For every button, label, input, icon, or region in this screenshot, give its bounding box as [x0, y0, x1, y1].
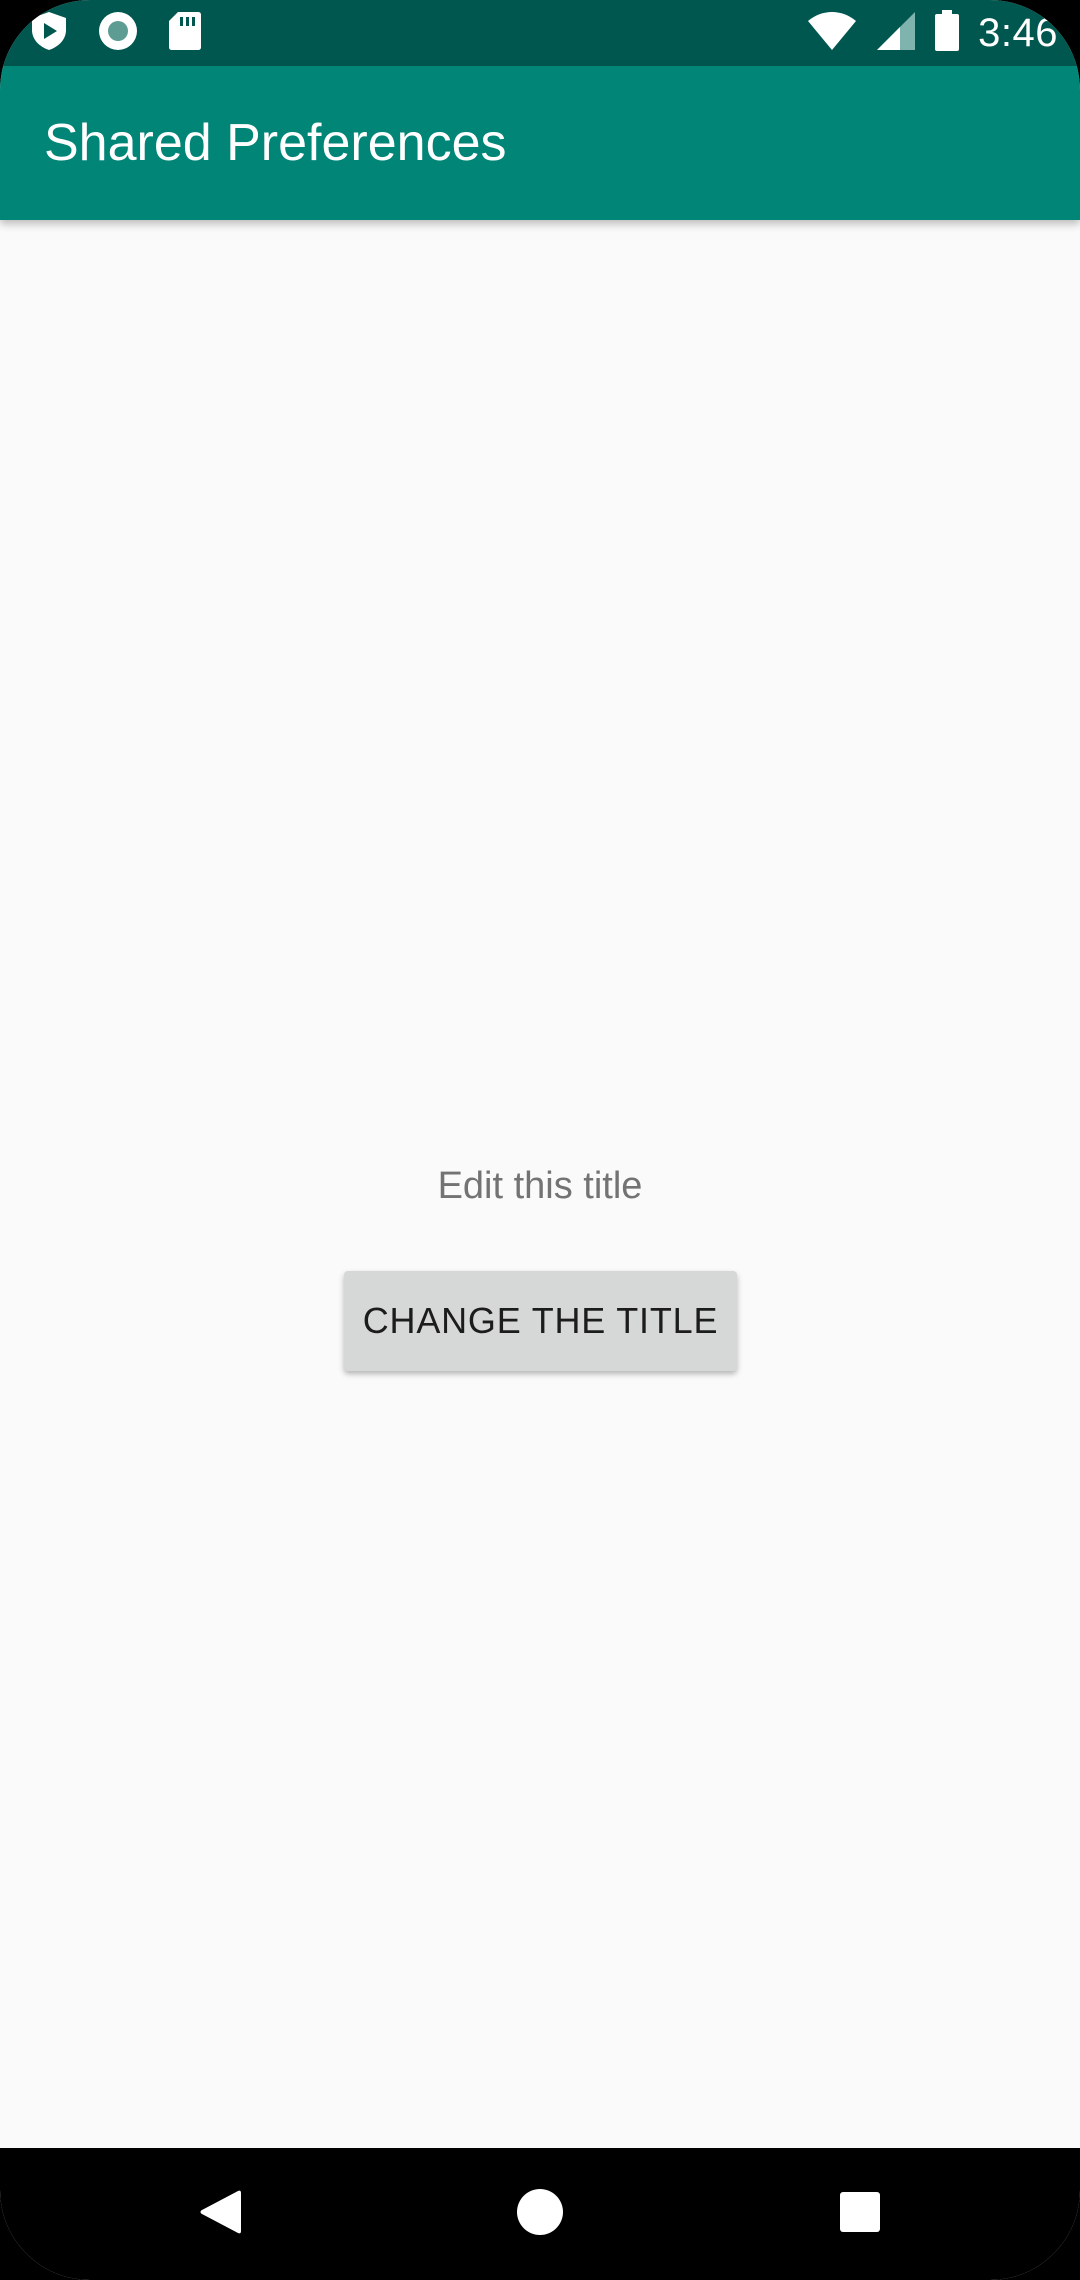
home-icon [516, 2188, 564, 2241]
play-protect-icon [30, 11, 68, 56]
wifi-icon [806, 11, 858, 56]
change-title-button[interactable]: CHANGE THE TITLE [344, 1271, 737, 1371]
main-content: Edit this title CHANGE THE TITLE [0, 220, 1080, 2148]
sync-record-icon [98, 11, 138, 56]
screen: 3:46 Shared Preferences Edit this title … [0, 0, 1080, 2280]
navigation-bar [0, 2148, 1080, 2280]
status-bar: 3:46 [0, 0, 1080, 66]
cell-signal-icon [876, 11, 916, 56]
battery-icon [934, 9, 960, 57]
status-right-icons: 3:46 [806, 8, 1058, 58]
home-button[interactable] [460, 2148, 620, 2280]
title-text: Edit this title [437, 1165, 643, 1207]
back-icon [198, 2188, 242, 2241]
back-button[interactable] [140, 2148, 300, 2280]
app-bar: Shared Preferences [0, 66, 1080, 220]
sd-card-icon [168, 11, 202, 56]
status-time: 3:46 [978, 10, 1058, 55]
app-title: Shared Preferences [44, 114, 507, 172]
status-left-icons [30, 10, 202, 56]
recents-button[interactable] [780, 2148, 940, 2280]
recents-icon [839, 2191, 881, 2238]
